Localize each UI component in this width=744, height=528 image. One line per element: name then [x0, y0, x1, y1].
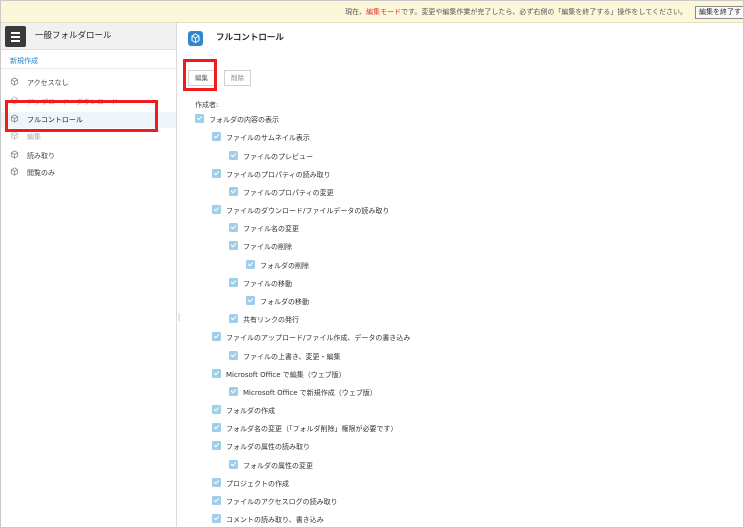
role-icon	[10, 77, 19, 86]
checkbox-checked-icon[interactable]	[229, 223, 238, 232]
permission-item[interactable]: Microsoft Office で新規作成（ウェブ版）	[229, 387, 377, 397]
sidebar-item-label: アクセスなし	[27, 79, 69, 87]
permission-item[interactable]: プロジェクトの作成	[212, 478, 289, 488]
role-icon	[10, 131, 19, 140]
notice-text: 現在、編集モードです。変更や編集作業が完了したら、必ず右側の「編集を終了する」操…	[345, 8, 687, 16]
permission-item[interactable]: ファイルのプレビュー	[229, 151, 313, 161]
permission-item[interactable]: フォルダの内容の表示	[195, 114, 279, 124]
edit-mode-notice: 現在、編集モードです。変更や編集作業が完了したら、必ず右側の「編集を終了する」操…	[1, 1, 743, 23]
sidebar-item-view-only[interactable]: 閲覧のみ	[10, 165, 170, 181]
role-icon	[10, 167, 19, 176]
checkbox-checked-icon[interactable]	[212, 169, 221, 178]
checkbox-checked-icon[interactable]	[212, 496, 221, 505]
sidebar-header: 一般フォルダロール	[1, 23, 176, 50]
sidebar-item-no-access[interactable]: アクセスなし	[10, 75, 170, 91]
highlight-box-edit	[183, 59, 217, 91]
sidebar-title: 一般フォルダロール	[35, 31, 112, 41]
exit-edit-button[interactable]: 編集を終了す	[695, 6, 743, 19]
permission-item[interactable]: ファイルのプロパティの変更	[229, 187, 334, 197]
role-icon	[188, 31, 203, 46]
main-panel: フルコントロール 編集 削除 作成者: フォルダの内容の表示 ファイルのサムネイ…	[178, 23, 743, 527]
checkbox-checked-icon[interactable]	[212, 132, 221, 141]
checkbox-checked-icon[interactable]	[246, 260, 255, 269]
permission-item[interactable]: フォルダの移動	[246, 296, 309, 306]
checkbox-checked-icon[interactable]	[212, 423, 221, 432]
permission-item[interactable]: コメントの読み取り、書き込み	[212, 514, 324, 524]
checkbox-checked-icon[interactable]	[212, 478, 221, 487]
checkbox-checked-icon[interactable]	[212, 405, 221, 414]
permission-item[interactable]: ファイルの上書き、変更・編集	[229, 351, 341, 361]
checkbox-checked-icon[interactable]	[212, 332, 221, 341]
permission-item[interactable]: ファイルのサムネイル表示	[212, 132, 310, 142]
checkbox-checked-icon[interactable]	[229, 387, 238, 396]
checkbox-checked-icon[interactable]	[246, 296, 255, 305]
checkbox-checked-icon[interactable]	[229, 151, 238, 160]
permission-item[interactable]: ファイルのアップロード/ファイル作成、データの書き込み	[212, 332, 410, 342]
permission-item[interactable]: ファイル名の変更	[229, 223, 299, 233]
splitter-handle[interactable]	[178, 313, 180, 321]
checkbox-checked-icon[interactable]	[212, 441, 221, 450]
page-title: フルコントロール	[216, 33, 284, 43]
creator-label: 作成者:	[195, 101, 219, 109]
checkbox-checked-icon[interactable]	[229, 278, 238, 287]
sidebar-item-read[interactable]: 読み取り	[10, 148, 170, 164]
role-icon	[10, 150, 19, 159]
permission-item[interactable]: ファイルのプロパティの読み取り	[212, 169, 331, 179]
permission-item[interactable]: フォルダ名の変更（「フォルダ削除」権限が必要です）	[212, 423, 398, 433]
sidebar-item-label: 編集	[27, 133, 41, 141]
delete-button[interactable]: 削除	[224, 70, 251, 86]
new-role-link[interactable]: 新規作成	[10, 56, 38, 66]
checkbox-checked-icon[interactable]	[229, 314, 238, 323]
sidebar-item-label: 閲覧のみ	[27, 169, 55, 177]
main-header: フルコントロール	[178, 23, 743, 50]
checkbox-checked-icon[interactable]	[229, 460, 238, 469]
menu-icon[interactable]	[5, 26, 26, 47]
permission-item[interactable]: フォルダの属性の読み取り	[212, 441, 310, 451]
permission-item[interactable]: ファイルのアクセスログの読み取り	[212, 496, 338, 506]
permission-item[interactable]: フォルダの作成	[212, 405, 275, 415]
permission-item[interactable]: ファイルの移動	[229, 278, 292, 288]
checkbox-checked-icon[interactable]	[229, 241, 238, 250]
highlight-box-sidebar	[5, 100, 158, 132]
permission-item[interactable]: ファイルのダウンロード/ファイルデータの読み取り	[212, 205, 389, 215]
checkbox-checked-icon[interactable]	[212, 514, 221, 523]
notice-mode: 編集モード	[366, 8, 402, 16]
permission-item[interactable]: Microsoft Office で編集（ウェブ版）	[212, 369, 346, 379]
sidebar: 一般フォルダロール 新規作成 アクセスなし アップロード・ダウンロード フルコン…	[1, 23, 177, 527]
checkbox-checked-icon[interactable]	[229, 351, 238, 360]
sidebar-item-label: 読み取り	[27, 152, 55, 160]
checkbox-checked-icon[interactable]	[229, 187, 238, 196]
permission-item[interactable]: ファイルの削除	[229, 241, 292, 251]
permission-item[interactable]: フォルダの属性の変更	[229, 460, 313, 470]
sidebar-divider	[1, 68, 176, 69]
permission-item[interactable]: 共有リンクの発行	[229, 314, 299, 324]
checkbox-checked-icon[interactable]	[195, 114, 204, 123]
checkbox-checked-icon[interactable]	[212, 369, 221, 378]
app-window: 現在、編集モードです。変更や編集作業が完了したら、必ず右側の「編集を終了する」操…	[0, 0, 744, 528]
checkbox-checked-icon[interactable]	[212, 205, 221, 214]
permission-item[interactable]: フォルダの削除	[246, 260, 309, 270]
